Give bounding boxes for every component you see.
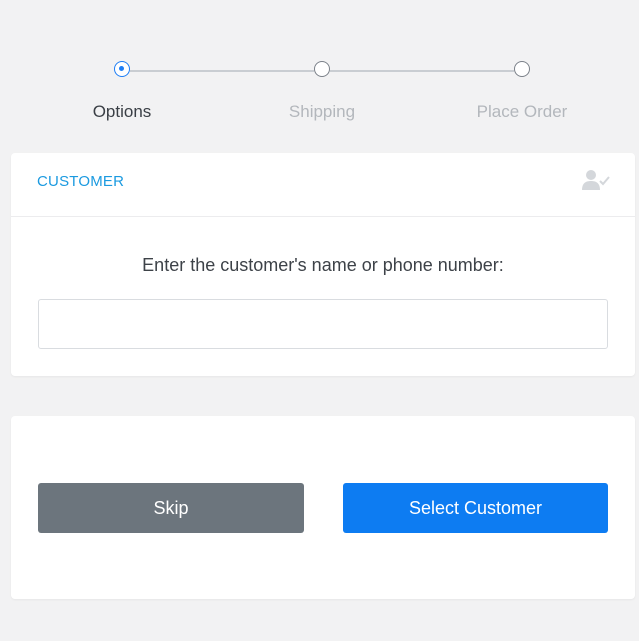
actions-card: Skip Select Customer xyxy=(11,416,635,599)
stepper-connector xyxy=(330,70,514,72)
customer-search-input[interactable] xyxy=(38,299,608,349)
step-shipping-dot[interactable] xyxy=(314,61,330,77)
stepper-connector xyxy=(130,70,314,72)
card-title: CUSTOMER xyxy=(37,173,125,190)
customer-card: CUSTOMER Enter the customer's name or ph… xyxy=(11,153,635,376)
select-customer-button[interactable]: Select Customer xyxy=(343,483,608,533)
checkout-stepper: Options Shipping Place Order xyxy=(0,0,639,150)
step-options-dot[interactable] xyxy=(114,61,130,77)
customer-prompt: Enter the customer's name or phone numbe… xyxy=(142,255,504,275)
step-shipping-label[interactable]: Shipping xyxy=(252,102,392,122)
customer-card-header: CUSTOMER xyxy=(11,153,635,217)
step-place-order-label[interactable]: Place Order xyxy=(452,102,592,122)
step-options-label[interactable]: Options xyxy=(52,102,192,122)
user-check-icon xyxy=(582,169,610,193)
step-place-order-dot[interactable] xyxy=(514,61,530,77)
skip-button[interactable]: Skip xyxy=(38,483,304,533)
